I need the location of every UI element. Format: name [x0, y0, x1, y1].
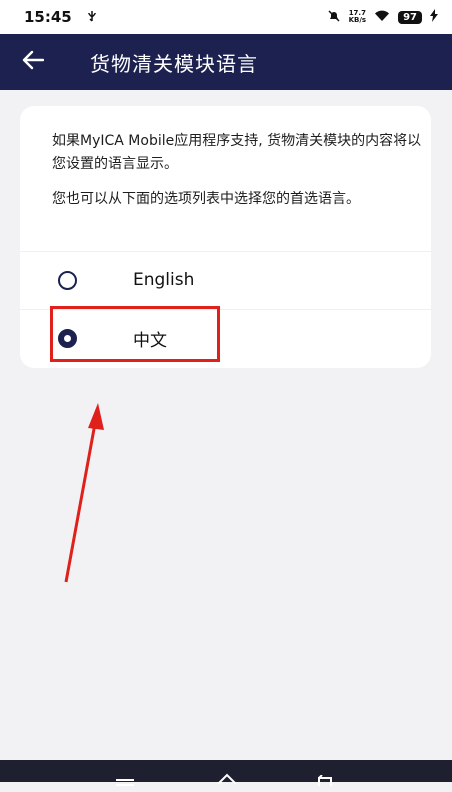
home-icon[interactable] — [216, 770, 238, 789]
annotation-arrow — [64, 403, 104, 583]
navigation-bar — [0, 760, 452, 786]
back-nav-icon[interactable] — [315, 771, 333, 790]
menu-icon[interactable] — [116, 773, 134, 792]
